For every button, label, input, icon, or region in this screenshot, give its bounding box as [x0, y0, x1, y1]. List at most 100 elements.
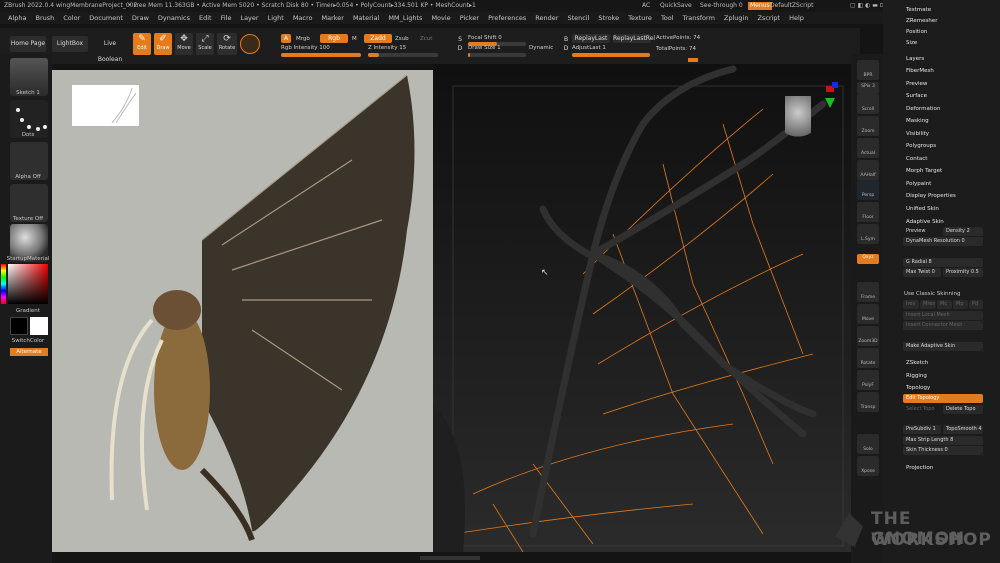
polyf-button[interactable]: PolyF — [857, 370, 879, 390]
menu-stencil[interactable]: Stencil — [567, 14, 589, 22]
local-symmetry-button[interactable]: L.Sym — [857, 224, 879, 244]
aahalf-button[interactable]: AAHalf — [857, 160, 879, 180]
menu-render[interactable]: Render — [535, 14, 558, 22]
zremesher-item[interactable]: ZRemesher — [906, 18, 937, 24]
menu-zscript[interactable]: Zscript — [757, 14, 780, 22]
testmate-item[interactable]: Testmate — [906, 7, 931, 13]
quicksave-button[interactable]: QuickSave — [660, 0, 692, 12]
rgb-button[interactable]: Rgb — [320, 34, 348, 43]
secondary-color-swatch[interactable] — [30, 317, 48, 335]
a-toggle[interactable]: A — [281, 34, 291, 43]
menu-material[interactable]: Material — [353, 14, 379, 22]
menu-layer[interactable]: Layer — [240, 14, 258, 22]
move-view-button[interactable]: Move — [857, 304, 879, 324]
rotate-mode-button[interactable]: ⟳ Rotate — [217, 33, 237, 55]
mres-button[interactable]: Mres — [920, 300, 936, 309]
rigging-subpalette[interactable]: Rigging — [906, 373, 927, 379]
polypaint-subpalette[interactable]: Polypaint — [906, 181, 931, 187]
g-radial-slider[interactable]: G Radial 8 — [903, 258, 983, 267]
surface-subpalette[interactable]: Surface — [906, 93, 927, 99]
home-page-button[interactable]: Home Page — [10, 36, 46, 52]
zsub-button[interactable]: Zsub — [395, 36, 409, 42]
position-item[interactable]: Position — [906, 29, 927, 35]
adaptive-skin-subpalette[interactable]: Adaptive Skin — [906, 219, 944, 225]
dynamic-toggle[interactable]: Dynamic — [529, 45, 553, 51]
preview-toggle[interactable]: Preview — [903, 227, 941, 236]
live-boolean-button[interactable]: Live Boolean — [92, 36, 128, 63]
zsketch-subpalette[interactable]: ZSketch — [906, 360, 928, 366]
menu-edit[interactable]: Edit — [199, 14, 212, 22]
floor-button[interactable]: Floor — [857, 202, 879, 222]
pd-button[interactable]: Pd — [969, 300, 983, 309]
zoom-button[interactable]: Zoom — [857, 116, 879, 136]
max-strip-length-slider[interactable]: Max Strip Length 8 — [903, 436, 983, 445]
xyz-button[interactable]: Qxyz — [857, 254, 879, 264]
menus-toggle[interactable]: Menus — [748, 2, 772, 10]
masking-subpalette[interactable]: Masking — [906, 118, 929, 124]
navigation-head-gizmo[interactable] — [785, 96, 811, 144]
delete-topo-button[interactable]: Delete Topo — [943, 405, 983, 414]
spix-slider[interactable]: SPix 3 — [857, 82, 879, 94]
menu-color[interactable]: Color — [63, 14, 80, 22]
polygroups-subpalette[interactable]: Polygroups — [906, 143, 936, 149]
frame-button[interactable]: Frame — [857, 282, 879, 302]
actual-button[interactable]: Actual — [857, 138, 879, 158]
xpose-button[interactable]: Xpose — [857, 456, 879, 476]
menu-mm-lights[interactable]: MM_Lights — [388, 14, 422, 22]
menu-movie[interactable]: Movie — [431, 14, 450, 22]
visibility-subpalette[interactable]: Visibility — [906, 131, 929, 137]
menu-stroke[interactable]: Stroke — [598, 14, 619, 22]
select-topo-button[interactable]: Select Topo — [903, 405, 941, 414]
menu-picker[interactable]: Picker — [460, 14, 479, 22]
menu-macro[interactable]: Macro — [293, 14, 313, 22]
menu-help[interactable]: Help — [789, 14, 804, 22]
presubdiv-slider[interactable]: PreSubdiv 1 — [903, 425, 941, 434]
color-picker[interactable] — [8, 264, 48, 304]
menu-preferences[interactable]: Preferences — [488, 14, 526, 22]
projection-subpalette[interactable]: Projection — [906, 465, 933, 471]
toposmooth-slider[interactable]: TopoSmooth 4 — [943, 425, 983, 434]
preview-subpalette[interactable]: Preview — [906, 81, 927, 87]
menu-marker[interactable]: Marker — [321, 14, 343, 22]
mp-button[interactable]: Mp — [953, 300, 968, 309]
draw-mode-button[interactable]: ✐ Draw — [154, 33, 172, 55]
classic-skinning-toggle[interactable]: Use Classic Skinning — [904, 291, 960, 297]
fibermesh-subpalette[interactable]: FiberMesh — [906, 68, 934, 74]
z-intensity-slider[interactable] — [368, 53, 438, 57]
topology-subpalette[interactable]: Topology — [906, 385, 930, 391]
menu-tool[interactable]: Tool — [661, 14, 674, 22]
bottom-scroll-handle[interactable] — [420, 556, 480, 560]
max-twist-slider[interactable]: Max Twist 0 — [903, 268, 941, 277]
menu-draw[interactable]: Draw — [132, 14, 149, 22]
persp-button[interactable]: Persp — [857, 180, 879, 200]
deformation-subpalette[interactable]: Deformation — [906, 106, 940, 112]
edit-mode-button[interactable]: ✎ Edit — [133, 33, 151, 55]
menu-zplugin[interactable]: Zplugin — [724, 14, 749, 22]
rgb-intensity-slider[interactable] — [281, 53, 361, 57]
make-adaptive-skin-button[interactable]: Make Adaptive Skin — [903, 342, 983, 351]
mrgb-button[interactable]: Mrgb — [296, 36, 310, 42]
replay-last-rel-button[interactable]: ReplayLastRel — [613, 34, 655, 43]
transp-button[interactable]: Transp — [857, 392, 879, 412]
morph-target-subpalette[interactable]: Morph Target — [906, 168, 942, 174]
edit-topology-button[interactable]: Edit Topology — [903, 394, 983, 403]
contact-subpalette[interactable]: Contact — [906, 156, 927, 162]
scale-mode-button[interactable]: ⤢ Scale — [196, 33, 214, 55]
menu-dynamics[interactable]: Dynamics — [158, 14, 190, 22]
see-through-slider[interactable]: See-through 0 — [700, 0, 743, 12]
move-mode-button[interactable]: ✥ Move — [175, 33, 193, 55]
zcut-button[interactable]: Zcut — [420, 36, 432, 42]
insert-connector-mesh-button[interactable]: Insert Connector Mesh — [903, 321, 983, 330]
main-color-swatch[interactable] — [10, 317, 28, 335]
insert-local-mesh-button[interactable]: Insert Local Mesh — [903, 311, 983, 320]
ires-button[interactable]: Ires — [903, 300, 919, 309]
menu-alpha[interactable]: Alpha — [8, 14, 26, 22]
solo-button[interactable]: Solo — [857, 434, 879, 454]
switch-color-button[interactable]: SwitchColor — [6, 338, 50, 344]
zadd-button[interactable]: Zadd — [364, 34, 392, 43]
dynamesh-resolution-slider[interactable]: DynaMesh Resolution 0 — [903, 237, 983, 246]
layers-subpalette[interactable]: Layers — [906, 56, 924, 62]
zoom3d-button[interactable]: Zoom3D — [857, 326, 879, 346]
density-slider[interactable]: Density 2 — [943, 227, 983, 236]
canvas-viewport[interactable]: ↖ — [433, 64, 851, 552]
